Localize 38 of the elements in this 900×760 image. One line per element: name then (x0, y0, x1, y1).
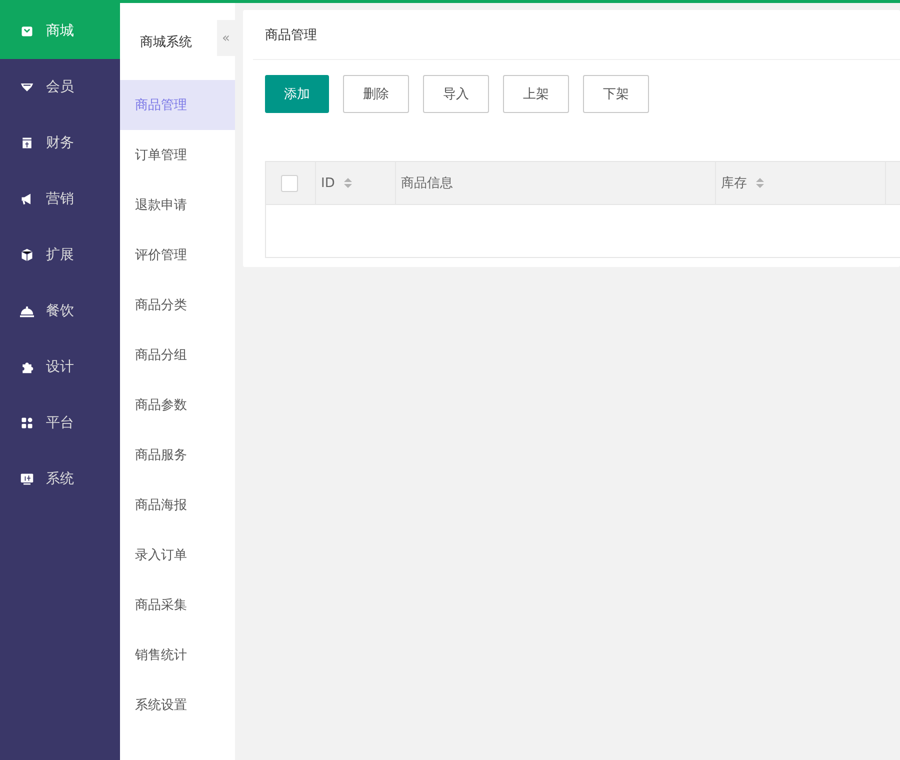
nav-item[interactable]: 营销 (0, 171, 120, 227)
nav-item[interactable]: 设计 (0, 339, 120, 395)
sort-icon[interactable] (342, 177, 353, 189)
subnav-item[interactable]: 订单管理 (120, 130, 235, 180)
select-all-checkbox[interactable] (281, 174, 298, 192)
nav-item[interactable]: 餐饮 (0, 283, 120, 339)
column-header: 商品信息 (401, 175, 453, 192)
nav-item[interactable]: 平台 (0, 395, 120, 451)
subnav-item[interactable]: 商品分组 (120, 330, 235, 380)
subnav-item[interactable]: 商品参数 (120, 380, 235, 430)
nav-item[interactable]: 系统 (0, 451, 120, 507)
column-header: 库存 (721, 175, 747, 192)
subnav-item[interactable]: 销售统计 (120, 630, 235, 680)
subnav-item[interactable]: 商品采集 (120, 580, 235, 630)
subnav-item[interactable]: 商品服务 (120, 430, 235, 480)
subnav-item[interactable]: 退款申请 (120, 180, 235, 230)
subnav-item[interactable]: 商品分类 (120, 280, 235, 330)
subnav-item[interactable]: 商品海报 (120, 480, 235, 530)
action-button[interactable]: 添加 (265, 75, 329, 113)
column-header: ID (321, 176, 335, 190)
puzzle-icon (20, 360, 34, 374)
action-button[interactable]: 上架 (503, 75, 569, 113)
cube-icon (20, 248, 34, 262)
grid-icon (20, 416, 34, 430)
subnav-item[interactable]: 录入订单 (120, 530, 235, 580)
sort-icon[interactable] (755, 177, 765, 189)
subnav-item[interactable]: 评价管理 (120, 230, 235, 280)
action-button[interactable]: 删除 (343, 75, 409, 113)
action-button[interactable]: 下架 (583, 75, 649, 113)
subnav-title: 商城系统 (140, 34, 192, 50)
cloche-icon (20, 304, 34, 318)
monitor-icon (20, 472, 34, 486)
subnav-item[interactable]: 系统设置 (120, 680, 235, 730)
nav-item[interactable]: 扩展 (0, 227, 120, 283)
nav-item[interactable]: 会员 (0, 59, 120, 115)
action-button[interactable]: 导入 (423, 75, 489, 113)
panel-title: 商品管理 (265, 26, 317, 44)
nav-item[interactable]: 财务 (0, 115, 120, 171)
